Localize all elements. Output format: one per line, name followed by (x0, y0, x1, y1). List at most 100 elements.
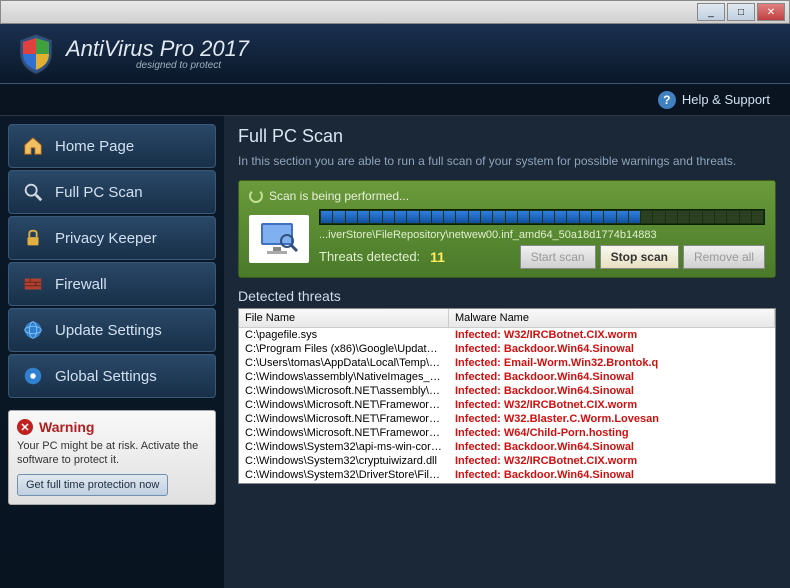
cell-filename: C:\Windows\Microsoft.NET\Framework64\v4.… (239, 426, 449, 440)
progress-segment (678, 211, 689, 223)
app-header: AntiVirus Pro 2017 designed to protect (0, 24, 790, 84)
cell-filename: C:\Windows\System32\cryptuiwizard.dll (239, 454, 449, 468)
sidebar-item-privacy[interactable]: Privacy Keeper (8, 216, 216, 260)
cell-malware: Infected: Backdoor.Win64.Sinowal (449, 440, 775, 454)
sidebar-item-home[interactable]: Home Page (8, 124, 216, 168)
sidebar-item-label: Home Page (55, 138, 134, 155)
content-area: Full PC Scan In this section you are abl… (224, 116, 790, 588)
progress-segment (456, 211, 467, 223)
remove-all-button[interactable]: Remove all (683, 245, 765, 269)
progress-segment (727, 211, 738, 223)
sidebar-item-label: Global Settings (55, 368, 157, 385)
main-area: Home Page Full PC Scan Privacy Keeper Fi… (0, 116, 790, 588)
progress-segment (555, 211, 566, 223)
progress-segment (617, 211, 628, 223)
help-support-link[interactable]: ? Help & Support (658, 91, 770, 109)
progress-segment (629, 211, 640, 223)
sidebar-item-global[interactable]: Global Settings (8, 354, 216, 398)
progress-segment (580, 211, 591, 223)
maximize-button[interactable]: □ (727, 3, 755, 21)
progress-segment (666, 211, 677, 223)
progress-segment (604, 211, 615, 223)
cell-filename: C:\Windows\System32\DriverStore\FileRepo… (239, 468, 449, 482)
table-row[interactable]: C:\pagefile.sysInfected: W32/IRCBotnet.C… (239, 328, 775, 342)
cell-filename: C:\pagefile.sys (239, 328, 449, 342)
column-filename[interactable]: File Name (239, 309, 449, 327)
progress-segment (703, 211, 714, 223)
table-row[interactable]: C:\Windows\System32\DriverStore\FileRepo… (239, 468, 775, 482)
scan-status-row: Scan is being performed... (249, 189, 765, 203)
progress-segment (346, 211, 357, 223)
sidebar-item-update[interactable]: Update Settings (8, 308, 216, 352)
progress-segment (518, 211, 529, 223)
scan-panel: Scan is being performed... ...iverStore\… (238, 180, 776, 278)
cell-malware: Infected: Backdoor.Win64.Sinowal (449, 342, 775, 356)
lock-icon (21, 226, 45, 250)
progress-segment (506, 211, 517, 223)
cell-malware: Infected: W32/IRCBotnet.CIX.worm (449, 328, 775, 342)
section-description: In this section you are able to run a fu… (238, 153, 776, 170)
sidebar-item-label: Firewall (55, 276, 107, 293)
progress-segment (469, 211, 480, 223)
table-row[interactable]: C:\Windows\Microsoft.NET\Framework\v2.0.… (239, 398, 775, 412)
table-row[interactable]: C:\Windows\assembly\NativeImages_v4.0.30… (239, 370, 775, 384)
progress-segment (543, 211, 554, 223)
progress-segment (358, 211, 369, 223)
minimize-button[interactable]: _ (697, 3, 725, 21)
scan-current-file: ...iverStore\FileRepository\netwew00.inf… (319, 229, 765, 241)
cell-malware: Infected: Backdoor.Win64.Sinowal (449, 384, 775, 398)
table-row[interactable]: C:\Windows\System32\api-ms-win-core-sysi… (239, 440, 775, 454)
progress-segment (333, 211, 344, 223)
gear-icon (21, 364, 45, 388)
progress-segment (432, 211, 443, 223)
column-malware[interactable]: Malware Name (449, 309, 775, 327)
globe-icon (21, 318, 45, 342)
warning-title-text: Warning (39, 419, 94, 435)
cell-filename: C:\Windows\assembly\NativeImages_v4.0.30… (239, 370, 449, 384)
help-icon: ? (658, 91, 676, 109)
warning-icon: ✕ (17, 419, 33, 435)
start-scan-button[interactable]: Start scan (520, 245, 596, 269)
sidebar-item-label: Privacy Keeper (55, 230, 157, 247)
shield-icon (16, 32, 56, 76)
close-button[interactable]: ✕ (757, 3, 785, 21)
progress-segment (567, 211, 578, 223)
stop-scan-button[interactable]: Stop scan (600, 245, 679, 269)
progress-segment (592, 211, 603, 223)
progress-segment (407, 211, 418, 223)
cell-filename: C:\Windows\Microsoft.NET\Framework\v2.0.… (239, 398, 449, 412)
monitor-scan-icon (249, 215, 309, 263)
table-row[interactable]: C:\Windows\Microsoft.NET\assembly\GAC_MS… (239, 384, 775, 398)
firewall-icon (21, 272, 45, 296)
progress-segment (383, 211, 394, 223)
warning-panel: ✕ Warning Your PC might be at risk. Acti… (8, 410, 216, 505)
cell-filename: C:\Windows\Microsoft.NET\assembly\GAC_MS… (239, 384, 449, 398)
table-row[interactable]: C:\Program Files (x86)\Google\Update\1.3… (239, 342, 775, 356)
app-title: AntiVirus Pro 2017 (66, 36, 249, 62)
sidebar-item-label: Update Settings (55, 322, 162, 339)
sidebar-item-scan[interactable]: Full PC Scan (8, 170, 216, 214)
table-row[interactable]: C:\Windows\Microsoft.NET\Framework\v4.0.… (239, 412, 775, 426)
warning-text: Your PC might be at risk. Activate the s… (17, 439, 207, 468)
progress-segment (641, 211, 652, 223)
table-row[interactable]: C:\Windows\System32\cryptuiwizard.dllInf… (239, 454, 775, 468)
threats-label: Threats detected: (319, 249, 420, 264)
section-title: Full PC Scan (238, 126, 776, 147)
table-row[interactable]: C:\Users\tomas\AppData\Local\Temp\PrlToo… (239, 356, 775, 370)
help-label: Help & Support (682, 92, 770, 107)
magnifier-icon (21, 180, 45, 204)
progress-segment (420, 211, 431, 223)
cell-malware: Infected: W32/IRCBotnet.CIX.worm (449, 454, 775, 468)
scan-status-text: Scan is being performed... (269, 189, 409, 203)
cell-filename: C:\Windows\System32\api-ms-win-core-sysi… (239, 440, 449, 454)
cell-filename: C:\Users\tomas\AppData\Local\Temp\PrlToo… (239, 356, 449, 370)
warning-title: ✕ Warning (17, 419, 207, 435)
table-row[interactable]: C:\Windows\Microsoft.NET\Framework64\v4.… (239, 426, 775, 440)
progress-segment (740, 211, 751, 223)
sidebar-item-firewall[interactable]: Firewall (8, 262, 216, 306)
cell-malware: Infected: W32/IRCBotnet.CIX.worm (449, 398, 775, 412)
cell-malware: Infected: W64/Child-Porn.hosting (449, 426, 775, 440)
get-protection-button[interactable]: Get full time protection now (17, 474, 168, 496)
cell-malware: Infected: Backdoor.Win64.Sinowal (449, 468, 775, 482)
table-body: C:\pagefile.sysInfected: W32/IRCBotnet.C… (239, 328, 775, 482)
